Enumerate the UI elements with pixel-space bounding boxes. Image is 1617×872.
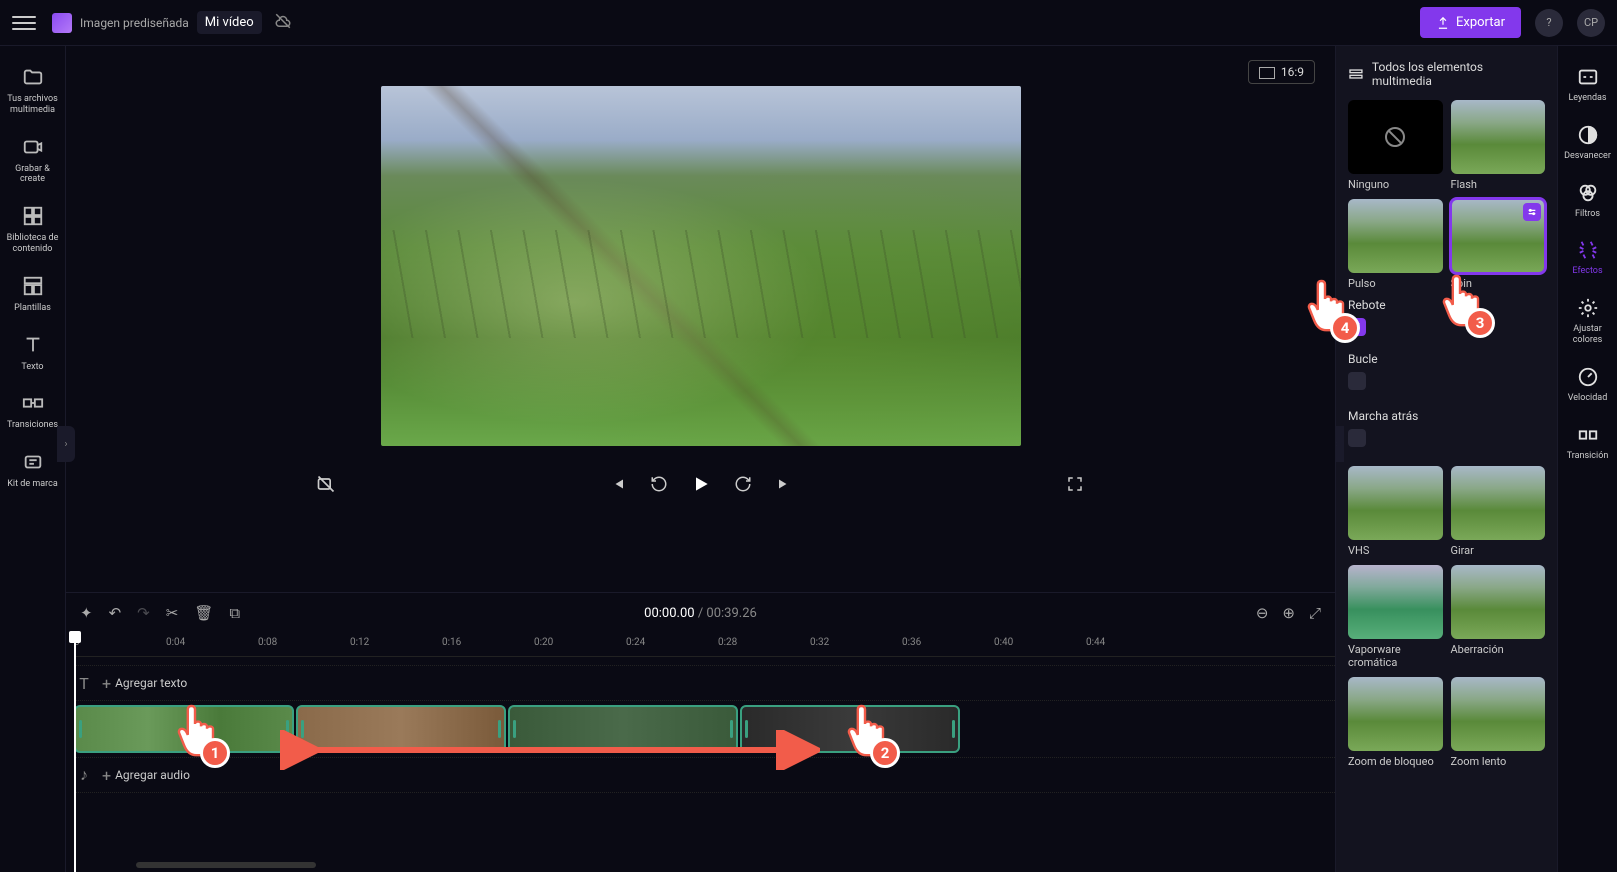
redo-icon[interactable]: ↷ [137,604,150,622]
rightbar-captions[interactable]: Leyendas [1558,56,1617,114]
left-sidebar: Tus archivos multimedia Grabar & create … [0,46,66,872]
project-name-input[interactable]: Mi vídeo [197,11,262,34]
menu-icon[interactable] [12,11,36,35]
effect-none[interactable]: Ninguno [1348,100,1443,191]
sidebar-item-templates[interactable]: Plantillas [0,265,65,324]
clip-2[interactable] [296,705,506,753]
clip-4[interactable] [740,705,960,753]
sidebar-item-record[interactable]: Grabar & create [0,126,65,196]
sidebar-item-brand[interactable]: Kit de marca [0,441,65,500]
sidebar-item-library[interactable]: Biblioteca de contenido [0,195,65,265]
sidebar-item-media[interactable]: Tus archivos multimedia [0,56,65,126]
cloud-off-icon[interactable] [274,12,292,34]
bounce-checkbox[interactable]: ✓ [1348,318,1366,336]
undo-icon[interactable]: ↶ [109,604,122,622]
audio-track[interactable]: ♪ + Agregar audio [74,757,1335,793]
option-loop: Bucle [1348,344,1545,401]
option-reverse: Marcha atrás [1348,401,1545,458]
horizontal-scrollbar[interactable] [136,862,316,868]
duplicate-icon[interactable]: ⧉ [229,604,240,622]
sidebar-item-transitions[interactable]: Transiciones [0,382,65,441]
effect-vhs[interactable]: VHS [1348,466,1443,557]
clip-1[interactable] [74,705,294,753]
rewind-icon[interactable] [649,474,669,494]
effect-vaporwave[interactable]: Vaporware cromática [1348,565,1443,669]
effect-aberration[interactable]: Aberración [1451,565,1546,669]
project-type-label: Imagen prediseñada [80,16,189,30]
playhead[interactable] [74,633,76,872]
timeline-ruler[interactable]: 00:040:080:120:160:200:240:280:320:360:4… [74,633,1335,657]
ruler-tick: 0:12 [350,637,369,648]
video-track[interactable] [74,705,1335,753]
zoom-out-icon[interactable]: ⊖ [1256,604,1269,622]
adjust-icon[interactable] [1523,203,1541,221]
user-avatar[interactable]: CP [1577,9,1605,37]
forward-icon[interactable] [733,474,753,494]
export-button[interactable]: Exportar [1420,7,1521,38]
rightbar-transition[interactable]: Transición [1558,414,1617,472]
ruler-tick: 0:44 [1086,637,1105,648]
reverse-checkbox[interactable] [1348,429,1366,447]
ruler-tick: 0:32 [810,637,829,648]
ruler-tick: 0:36 [902,637,921,648]
expand-panel-icon[interactable]: ‹ [1335,426,1344,462]
ruler-tick: 0:40 [994,637,1013,648]
skip-back-icon[interactable] [607,474,627,494]
plus-icon: + [102,766,111,785]
effect-zoom-lock[interactable]: Zoom de bloqueo [1348,677,1443,768]
option-bounce: Rebote ✓ [1348,290,1545,344]
camera-off-icon[interactable] [316,474,336,494]
timeline-toolbar: ✦ ↶ ↷ ✂ 🗑 ⧉ 00:00.00 / 00:39.26 ⊖ ⊕ ⤢ [66,593,1335,633]
timeline: ✦ ↶ ↷ ✂ 🗑 ⧉ 00:00.00 / 00:39.26 ⊖ ⊕ ⤢ 00… [66,592,1335,872]
loop-checkbox[interactable] [1348,372,1366,390]
effect-zoom-slow[interactable]: Zoom lento [1451,677,1546,768]
effects-panel-header: Todos los elementos multimedia [1348,60,1545,88]
rightbar-filters[interactable]: Filtros [1558,172,1617,230]
text-track[interactable]: T + Agregar texto [74,665,1335,701]
timeline-time: 00:00.00 / 00:39.26 [644,606,757,621]
playback-controls [66,446,1335,512]
ruler-tick: 0:04 [166,637,185,648]
zoom-in-icon[interactable]: ⊕ [1282,604,1295,622]
rightbar-effects[interactable]: Efectos [1558,229,1617,287]
effect-pulse[interactable]: Pulso [1348,199,1443,290]
sidebar-item-text[interactable]: Texto [0,324,65,383]
cut-icon[interactable]: ✂ [166,604,179,622]
effects-panel: ‹ Todos los elementos multimedia Ninguno… [1335,46,1557,872]
rightbar-speed[interactable]: Velocidad [1558,356,1617,414]
ruler-tick: 0:08 [258,637,277,648]
none-icon [1348,100,1443,174]
fullscreen-icon[interactable] [1065,474,1085,494]
clip-3[interactable] [508,705,738,753]
rightbar-colors[interactable]: Ajustar colores [1558,287,1617,356]
right-sidebar: Leyendas Desvanecer Filtros Efectos Ajus… [1557,46,1617,872]
ruler-tick: 0:24 [626,637,645,648]
skip-forward-icon[interactable] [775,474,795,494]
export-label: Exportar [1456,15,1505,30]
ruler-tick: 0:28 [718,637,737,648]
ruler-tick: 0:20 [534,637,553,648]
audio-track-icon: ♪ [74,765,94,785]
aspect-ratio-button[interactable]: 16:9 [1248,60,1315,84]
text-track-icon: T [74,674,94,693]
top-bar: Imagen prediseñada Mi vídeo Exportar ? C… [0,0,1617,46]
effect-spin[interactable]: Spin [1451,199,1546,290]
play-icon[interactable] [691,474,711,494]
delete-icon[interactable]: 🗑 [194,604,213,622]
effect-rotate[interactable]: Girar [1451,466,1546,557]
effect-flash[interactable]: Flash [1451,100,1546,191]
help-icon[interactable]: ? [1535,9,1563,37]
timeline-tracks: T + Agregar texto ♪ + Agregar audio [66,657,1335,805]
magic-icon[interactable]: ✦ [80,604,93,622]
video-canvas[interactable] [381,86,1021,446]
plus-icon: + [102,674,111,693]
fit-icon[interactable]: ⤢ [1309,604,1321,622]
ruler-tick: 0:16 [442,637,461,648]
rightbar-fade[interactable]: Desvanecer [1558,114,1617,172]
project-icon [52,13,72,33]
